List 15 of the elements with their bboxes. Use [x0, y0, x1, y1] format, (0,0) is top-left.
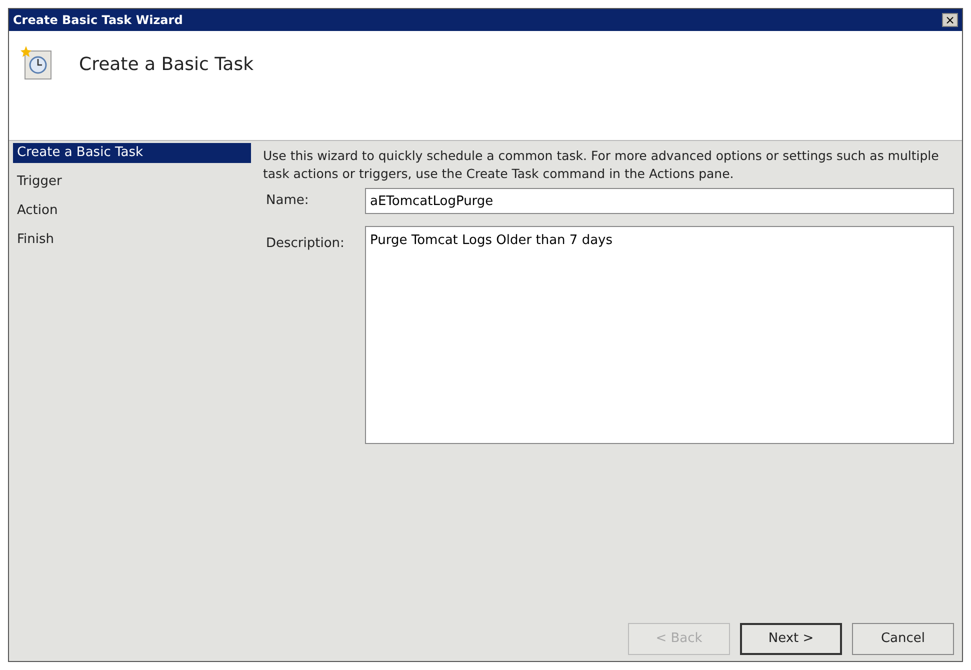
description-input[interactable]: Purge Tomcat Logs Older than 7 days — [365, 226, 954, 444]
window-title: Create Basic Task Wizard — [13, 12, 183, 29]
intro-text: Use this wizard to quickly schedule a common task. For more advanced options or settings such as multiple task actions or triggers, use the Create Task command in the Actions pane. — [263, 147, 940, 183]
wizard-step[interactable]: Action — [13, 201, 251, 221]
name-label: Name: — [265, 192, 310, 210]
close-button[interactable]: × — [942, 13, 958, 27]
wizard-button[interactable]: Next > — [740, 623, 842, 655]
wizard-step[interactable]: Create a Basic Task — [13, 143, 251, 163]
description-label: Description: — [265, 235, 346, 253]
header-title: Create a Basic Task — [79, 53, 254, 77]
wizard-button[interactable]: Cancel — [852, 623, 954, 655]
wizard-step[interactable]: Trigger — [13, 172, 251, 192]
name-input[interactable]: aETomcatLogPurge — [365, 188, 954, 214]
wizard-step[interactable]: Finish — [13, 230, 251, 250]
clock-icon — [19, 45, 53, 81]
